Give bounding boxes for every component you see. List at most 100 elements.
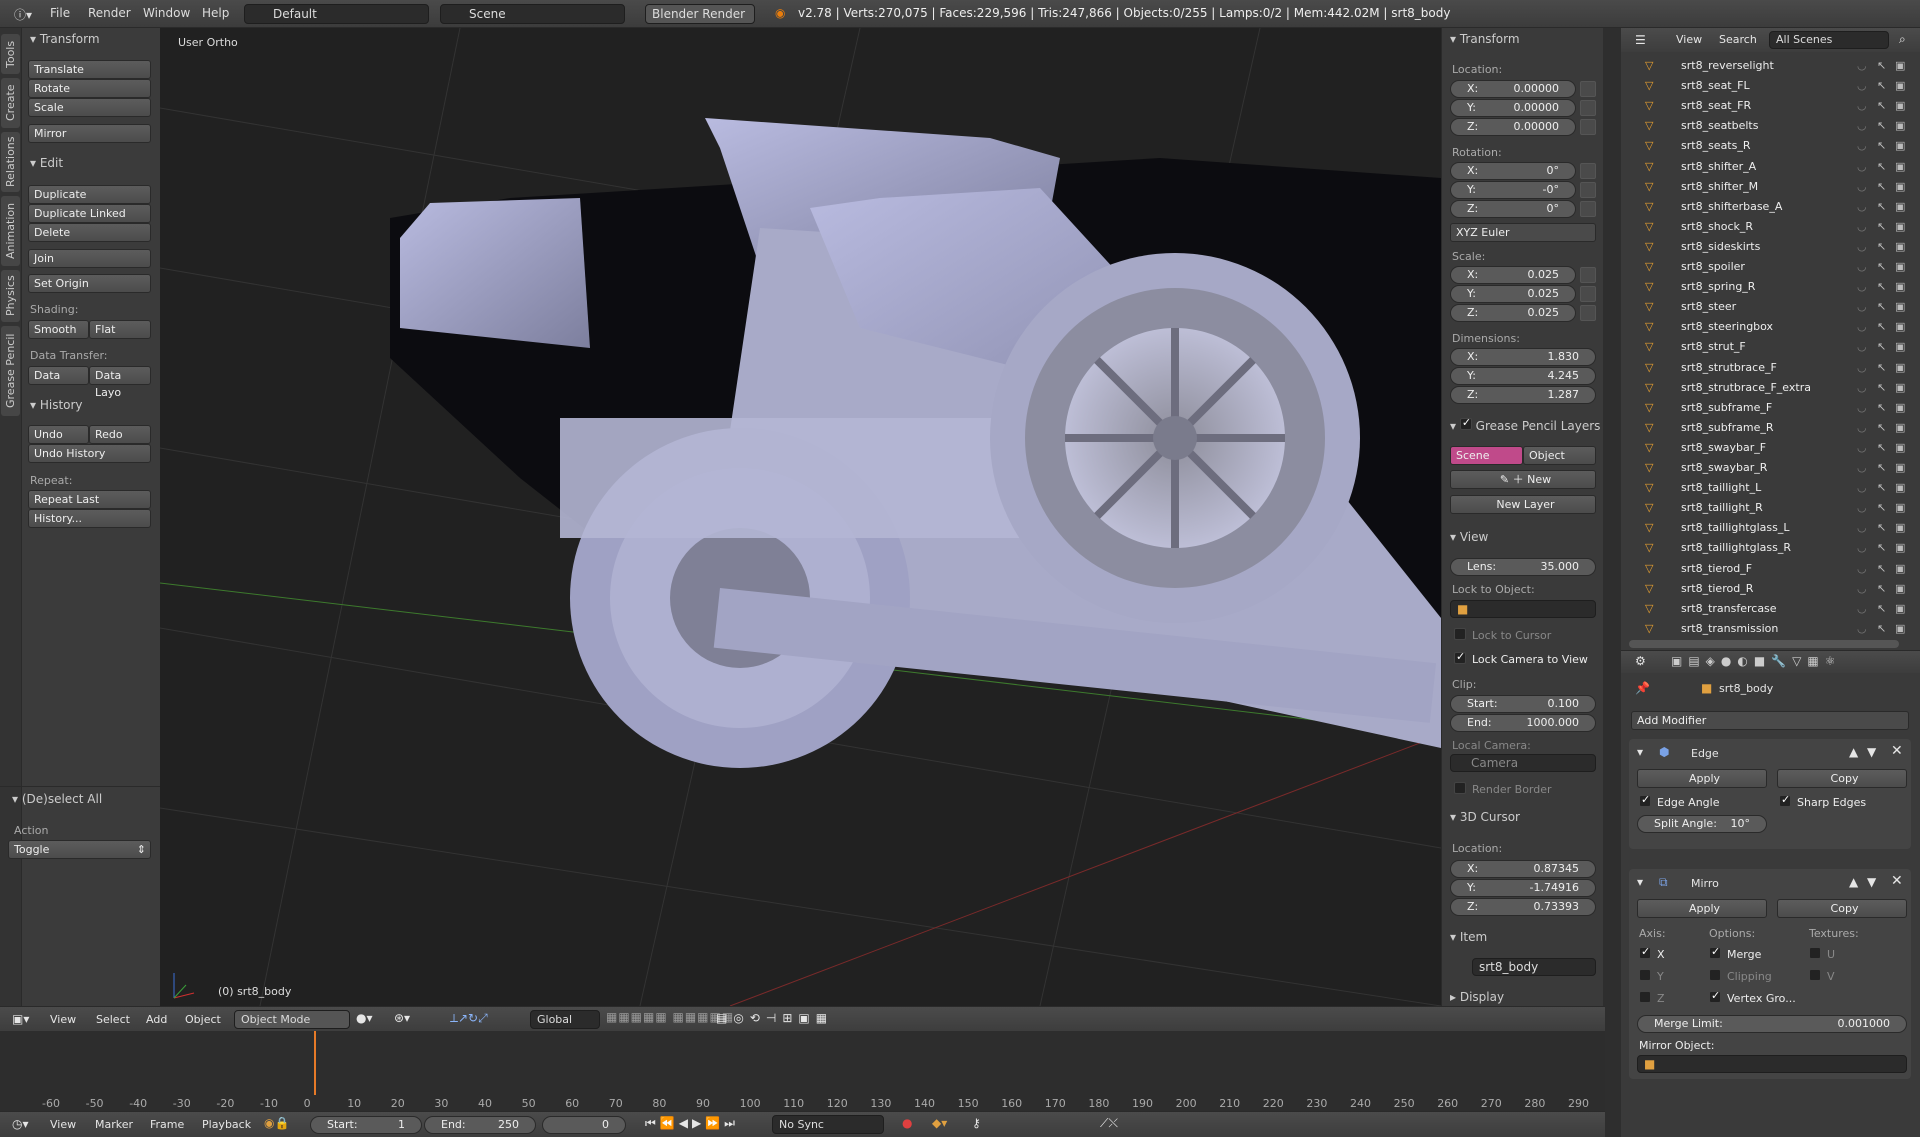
outliner-item[interactable]: ▽ srt8_strutbrace_F_extra ◡ ↖ ▣ — [1621, 378, 1911, 398]
outliner-search-icon[interactable]: ⌕ — [1899, 32, 1906, 47]
outliner-item[interactable]: ▽ srt8_swaybar_F ◡ ↖ ▣ — [1621, 438, 1911, 458]
render-camera-icon[interactable]: ▣ — [1895, 521, 1905, 534]
visibility-eye-icon[interactable]: ◡ — [1857, 200, 1867, 213]
select-cursor-icon[interactable]: ↖ — [1877, 99, 1886, 112]
render-camera-icon[interactable]: ▣ — [1895, 260, 1905, 273]
render-camera-icon[interactable]: ▣ — [1895, 602, 1905, 615]
editor-splitter[interactable] — [1603, 28, 1621, 1137]
visibility-eye-icon[interactable]: ◡ — [1857, 501, 1867, 514]
tab-grease-pencil[interactable]: Grease Pencil — [1, 326, 20, 416]
display-header[interactable]: ▸ Display — [1450, 990, 1504, 1004]
tab-physics[interactable]: Physics — [1, 270, 20, 322]
lock-to-cursor-checkbox[interactable] — [1454, 628, 1466, 640]
timeline-frame-menu[interactable]: Frame — [150, 1118, 184, 1131]
render-camera-icon[interactable]: ▣ — [1895, 300, 1905, 313]
visibility-eye-icon[interactable]: ◡ — [1857, 541, 1867, 554]
visibility-eye-icon[interactable]: ◡ — [1857, 240, 1867, 253]
outliner-search-menu[interactable]: Search — [1719, 33, 1757, 46]
render-camera-icon[interactable]: ▣ — [1895, 562, 1905, 575]
history-header[interactable]: ▾ History — [30, 398, 83, 412]
outliner-item[interactable]: ▽ srt8_swaybar_R ◡ ↖ ▣ — [1621, 458, 1911, 478]
visibility-eye-icon[interactable]: ◡ — [1857, 79, 1867, 92]
select-cursor-icon[interactable]: ↖ — [1877, 461, 1886, 474]
visibility-eye-icon[interactable]: ◡ — [1857, 602, 1867, 615]
visibility-eye-icon[interactable]: ◡ — [1857, 340, 1867, 353]
info-icon[interactable]: ⓘ▾ — [14, 6, 32, 23]
outliner-view-menu[interactable]: View — [1676, 33, 1702, 46]
outliner-item[interactable]: ▽ srt8_reverselight ◡ ↖ ▣ — [1621, 56, 1911, 76]
duplicate-linked-button[interactable]: Duplicate Linked — [28, 204, 151, 223]
visibility-eye-icon[interactable]: ◡ — [1857, 59, 1867, 72]
redo-button[interactable]: Redo — [89, 425, 151, 444]
lock-object-field[interactable]: ■ — [1450, 600, 1596, 618]
select-cursor-icon[interactable]: ↖ — [1877, 280, 1886, 293]
item-name-field[interactable]: srt8_body — [1472, 958, 1596, 976]
history-button[interactable]: History... — [28, 509, 151, 528]
render-camera-icon[interactable]: ▣ — [1895, 441, 1905, 454]
lock-loc-y-icon[interactable] — [1580, 100, 1596, 116]
outliner-item[interactable]: ▽ srt8_taillight_R ◡ ↖ ▣ — [1621, 498, 1911, 518]
render-camera-icon[interactable]: ▣ — [1895, 541, 1905, 554]
tab-relations[interactable]: Relations — [1, 132, 20, 192]
move-down-icon[interactable]: ▼ — [1867, 745, 1876, 759]
outliner-item[interactable]: ▽ srt8_seats_R ◡ ↖ ▣ — [1621, 136, 1911, 156]
item-header[interactable]: ▾ Item — [1450, 930, 1487, 944]
add-modifier-dropdown[interactable]: Add Modifier — [1631, 711, 1909, 730]
menu-render[interactable]: Render — [88, 6, 131, 20]
cursor-x-field[interactable]: X: 0.87345 — [1450, 860, 1596, 878]
rotate-button[interactable]: Rotate — [28, 79, 151, 98]
outliner-item[interactable]: ▽ srt8_seatbelts ◡ ↖ ▣ — [1621, 116, 1911, 136]
location-y-field[interactable]: Y: 0.00000 — [1450, 99, 1576, 117]
select-cursor-icon[interactable]: ↖ — [1877, 200, 1886, 213]
new-layer-button[interactable]: New Layer — [1450, 495, 1596, 514]
axis-x-checkbox[interactable] — [1639, 945, 1651, 959]
outliner-item[interactable]: ▽ srt8_strutbrace_F ◡ ↖ ▣ — [1621, 358, 1911, 378]
visibility-eye-icon[interactable]: ◡ — [1857, 99, 1867, 112]
timeline[interactable]: -60 -50 -40 -30 -20 -10 0 10 20 30 40 50 60 70 80 90 100… — [0, 1031, 1605, 1111]
lock-rot-x-icon[interactable] — [1580, 163, 1596, 179]
render-camera-icon[interactable]: ▣ — [1895, 79, 1905, 92]
mirror-remove-icon[interactable]: ✕ — [1891, 873, 1903, 889]
render-camera-icon[interactable]: ▣ — [1895, 582, 1905, 595]
merge-checkbox[interactable] — [1709, 945, 1721, 959]
render-camera-icon[interactable]: ▣ — [1895, 240, 1905, 253]
render-camera-icon[interactable]: ▣ — [1895, 160, 1905, 173]
current-frame-field[interactable]: 0 — [542, 1116, 626, 1134]
render-camera-icon[interactable]: ▣ — [1895, 421, 1905, 434]
visibility-eye-icon[interactable]: ◡ — [1857, 421, 1867, 434]
set-origin-dropdown[interactable]: Set Origin — [28, 274, 151, 293]
repeat-last-button[interactable]: Repeat Last — [28, 490, 151, 509]
properties-context-tabs[interactable]: ▣▤◈●◐■🔧▽▦⚛ — [1671, 654, 1841, 668]
select-cursor-icon[interactable]: ↖ — [1877, 501, 1886, 514]
pin-icon[interactable]: 📌 — [1635, 681, 1650, 695]
visibility-eye-icon[interactable]: ◡ — [1857, 381, 1867, 394]
render-camera-icon[interactable]: ▣ — [1895, 501, 1905, 514]
select-cursor-icon[interactable]: ↖ — [1877, 381, 1886, 394]
clip-end-field[interactable]: End: 1000.000 — [1450, 714, 1596, 732]
tab-animation[interactable]: Animation — [1, 196, 20, 266]
visibility-eye-icon[interactable]: ◡ — [1857, 280, 1867, 293]
mirror-collapse-icon[interactable]: ▾ — [1637, 875, 1643, 889]
timeline-editor-icon[interactable]: ◷▾ — [12, 1117, 29, 1131]
object-menu[interactable]: Object — [185, 1013, 221, 1026]
visibility-eye-icon[interactable]: ◡ — [1857, 461, 1867, 474]
edge-angle-checkbox[interactable] — [1639, 793, 1651, 807]
select-cursor-icon[interactable]: ↖ — [1877, 59, 1886, 72]
edge-apply-button[interactable]: Apply — [1637, 769, 1767, 788]
timeline-view-menu[interactable]: View — [50, 1118, 76, 1131]
mirror-button[interactable]: Mirror — [28, 124, 151, 143]
current-frame-marker[interactable] — [314, 1031, 316, 1095]
local-camera-field[interactable]: Camera — [1450, 754, 1596, 772]
render-camera-icon[interactable]: ▣ — [1895, 99, 1905, 112]
mirror-copy-button[interactable]: Copy — [1777, 899, 1907, 918]
grease-object-tab[interactable]: Object — [1523, 446, 1596, 465]
edit-header[interactable]: ▾ Edit — [30, 156, 63, 170]
dimension-x-field[interactable]: X: 1.830 — [1450, 348, 1596, 366]
visibility-eye-icon[interactable]: ◡ — [1857, 582, 1867, 595]
lock-rot-z-icon[interactable] — [1580, 201, 1596, 217]
tab-create[interactable]: Create — [1, 78, 20, 128]
texture-u-checkbox[interactable] — [1809, 947, 1821, 959]
outliner-scrollbar[interactable] — [1629, 640, 1899, 648]
clip-start-field[interactable]: Start: 0.100 — [1450, 695, 1596, 713]
lock-loc-z-icon[interactable] — [1580, 119, 1596, 135]
